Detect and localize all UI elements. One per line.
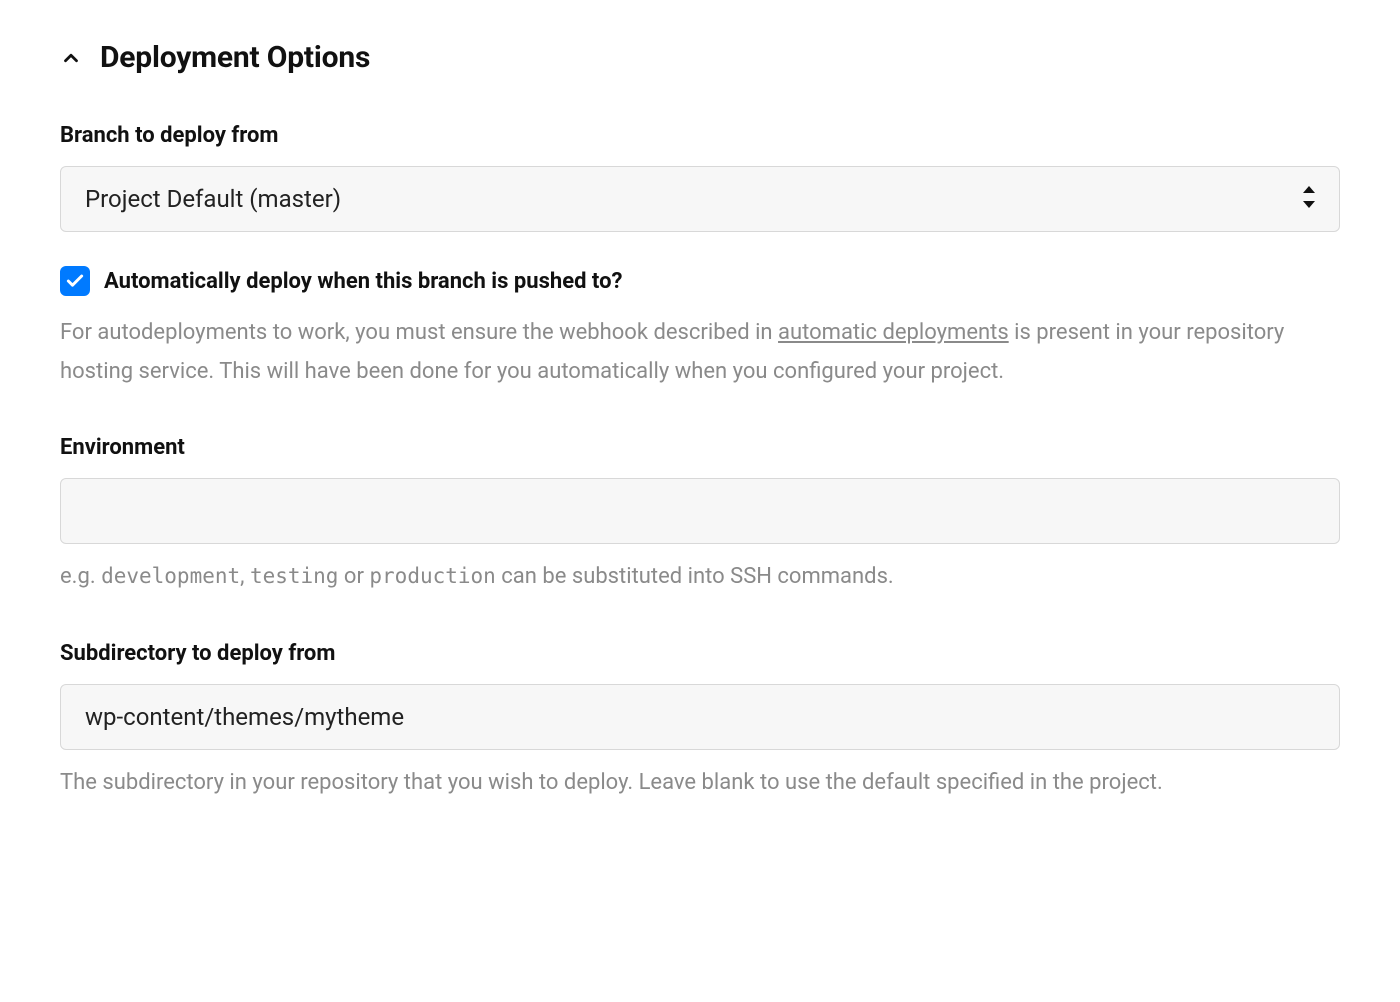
deployment-options-section-header[interactable]: Deployment Options [60,40,1340,75]
branch-select-wrapper [60,166,1340,232]
autodeploy-help-before: For autodeployments to work, you must en… [60,320,778,345]
environment-input[interactable] [60,478,1340,544]
autodeploy-help-text: For autodeployments to work, you must en… [60,314,1340,391]
subdirectory-input[interactable] [60,684,1340,750]
autodeploy-checkbox-label[interactable]: Automatically deploy when this branch is… [104,269,622,294]
environment-help-text: e.g. development, testing or production … [60,558,1340,597]
autodeploy-checkbox-row: Automatically deploy when this branch is… [60,266,1340,296]
branch-field-group: Branch to deploy from Automatically depl… [60,123,1340,391]
branch-label: Branch to deploy from [60,123,1340,148]
environment-field-group: Environment e.g. development, testing or… [60,435,1340,597]
section-title: Deployment Options [100,40,370,75]
automatic-deployments-link[interactable]: automatic deployments [778,320,1009,345]
environment-help-code2: testing [250,564,339,588]
subdirectory-help-text: The subdirectory in your repository that… [60,764,1340,803]
environment-help-code1: development [101,564,240,588]
branch-select[interactable] [60,166,1340,232]
autodeploy-checkbox[interactable] [60,266,90,296]
environment-help-sep2: or [338,564,369,589]
environment-help-suffix: can be substituted into SSH commands. [496,564,894,589]
subdirectory-label: Subdirectory to deploy from [60,641,1340,666]
environment-help-prefix: e.g. [60,564,101,589]
environment-help-code3: production [369,564,495,588]
environment-help-sep1: , [240,564,250,589]
environment-label: Environment [60,435,1340,460]
subdirectory-field-group: Subdirectory to deploy from The subdirec… [60,641,1340,803]
chevron-up-icon [60,47,82,69]
